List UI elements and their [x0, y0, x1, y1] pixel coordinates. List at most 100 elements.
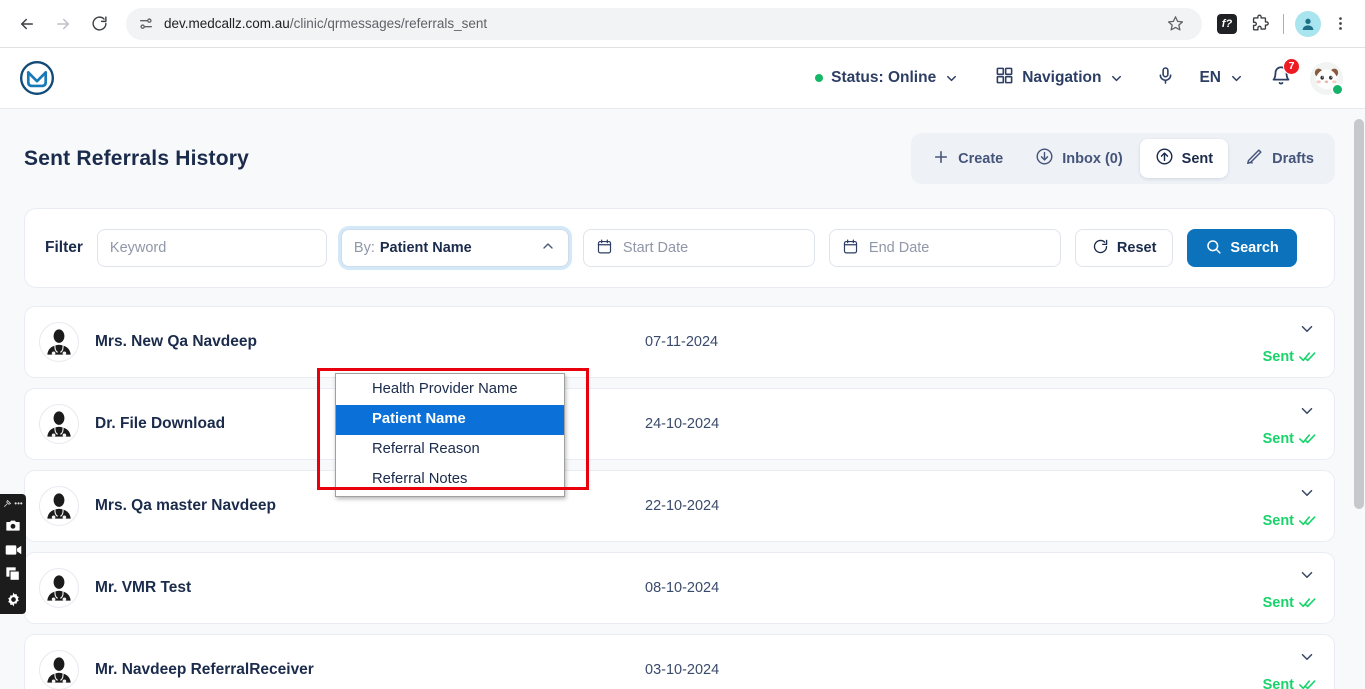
- keyword-input[interactable]: Keyword: [96, 229, 327, 267]
- chevron-down-icon: [944, 71, 959, 86]
- navigation-menu[interactable]: Navigation: [985, 60, 1134, 96]
- drag-handle-icon[interactable]: •••: [3, 499, 23, 509]
- tab-inbox[interactable]: Inbox (0): [1020, 139, 1137, 178]
- bookmark-button[interactable]: [1160, 9, 1190, 39]
- table-row[interactable]: Mrs. New Qa Navdeep 07-11-2024 Sent: [24, 306, 1335, 378]
- puzzle-piece-icon: [1252, 14, 1269, 31]
- browser-menu-button[interactable]: [1325, 9, 1355, 39]
- patient-name: Mr. VMR Test: [95, 579, 192, 596]
- arrow-left-icon: [21, 18, 33, 29]
- record-video-button[interactable]: [5, 543, 22, 557]
- start-date-placeholder: Start Date: [622, 240, 689, 256]
- filter-by-select[interactable]: By: Patient Name: [340, 229, 569, 267]
- reset-label: Reset: [1116, 240, 1157, 256]
- user-avatar[interactable]: [1310, 61, 1344, 96]
- browser-profile-button[interactable]: [1293, 9, 1323, 39]
- reset-button[interactable]: Reset: [1074, 229, 1174, 267]
- table-row[interactable]: Dr. File Download 24-10-2024 Sent: [24, 388, 1335, 460]
- dropdown-option-patient-name[interactable]: Patient Name: [336, 405, 564, 435]
- dropdown-option-referral-reason[interactable]: Referral Reason: [336, 435, 564, 465]
- status-selector[interactable]: Status: Online: [805, 63, 969, 93]
- avatar: [39, 568, 79, 608]
- refresh-icon: [1092, 238, 1109, 259]
- referral-date: 24-10-2024: [645, 416, 720, 432]
- dropdown-option-health-provider-name[interactable]: Health Provider Name: [336, 375, 564, 405]
- browser-toolbar: dev.medcallz.com.au/clinic/qrmessages/re…: [0, 0, 1365, 48]
- expand-row-button[interactable]: [1298, 484, 1316, 507]
- camera-button[interactable]: [5, 518, 21, 534]
- notifications-button[interactable]: 7: [1254, 57, 1304, 98]
- status-badge: Sent: [1263, 677, 1316, 689]
- table-row[interactable]: Mr. VMR Test 08-10-2024 Sent: [24, 552, 1335, 624]
- avatar: [39, 650, 79, 689]
- page-title: Sent Referrals History: [24, 146, 249, 170]
- back-button[interactable]: [10, 7, 44, 41]
- scrollbar-thumb[interactable]: [1354, 119, 1364, 509]
- referral-date: 07-11-2024: [645, 334, 719, 350]
- dropdown-option-referral-notes[interactable]: Referral Notes: [336, 465, 564, 495]
- tab-drafts[interactable]: Drafts: [1230, 139, 1329, 178]
- filter-by-dropdown[interactable]: Health Provider Name Patient Name Referr…: [335, 373, 565, 497]
- address-bar[interactable]: dev.medcallz.com.au/clinic/qrmessages/re…: [126, 7, 1202, 40]
- status-label: Sent: [1262, 430, 1294, 447]
- extensions-button[interactable]: [1244, 9, 1274, 39]
- sent-upload-icon: [1155, 147, 1174, 170]
- microphone-button[interactable]: [1146, 60, 1185, 96]
- screen-recorder-toolbar: •••: [0, 494, 26, 614]
- expand-row-button[interactable]: [1298, 566, 1316, 589]
- language-selector[interactable]: EN: [1189, 63, 1254, 93]
- extension-f-button[interactable]: f?: [1212, 9, 1242, 39]
- capture-window-button[interactable]: [5, 566, 21, 582]
- url-path: /clinic/qrmessages/referrals_sent: [289, 16, 488, 31]
- medcallz-logo[interactable]: [18, 59, 56, 97]
- pin-icon: [4, 499, 12, 507]
- end-date-placeholder: End Date: [868, 240, 930, 256]
- start-date-input[interactable]: Start Date: [582, 229, 815, 267]
- row-actions: Sent: [1263, 320, 1316, 365]
- tab-sent[interactable]: Sent: [1139, 139, 1229, 178]
- reload-button[interactable]: [82, 7, 116, 41]
- search-button[interactable]: Search: [1187, 229, 1297, 267]
- doctor-avatar-icon: [47, 329, 71, 356]
- calendar-icon: [596, 238, 613, 259]
- chevron-down-icon: [1301, 325, 1313, 332]
- plus-icon: [932, 148, 950, 170]
- patient-name: Mrs. Qa master Navdeep: [95, 497, 276, 514]
- tab-create[interactable]: Create: [917, 140, 1018, 178]
- language-label: EN: [1199, 69, 1221, 86]
- double-check-icon: [1299, 516, 1316, 526]
- referral-date: 03-10-2024: [645, 662, 720, 678]
- doctor-avatar-icon: [47, 575, 71, 602]
- status-label: Status: Online: [831, 69, 937, 86]
- settings-button[interactable]: [5, 591, 22, 608]
- end-date-input[interactable]: End Date: [828, 229, 1061, 267]
- three-dot-menu-icon: [1338, 17, 1342, 30]
- expand-row-button[interactable]: [1298, 320, 1316, 343]
- chevron-down-icon: [1301, 489, 1313, 496]
- tab-drafts-label: Drafts: [1272, 150, 1314, 167]
- site-settings-icon[interactable]: [138, 16, 154, 32]
- status-label: Sent: [1262, 594, 1294, 611]
- chevron-down-icon: [1301, 407, 1313, 414]
- row-actions: Sent: [1263, 566, 1316, 611]
- double-check-icon: [1299, 598, 1316, 608]
- referral-tabs: Create Inbox (0) Sent Drafts: [911, 133, 1335, 184]
- page-content: Sent Referrals History Create Inbox (0) …: [0, 109, 1365, 689]
- chevron-down-icon: [1229, 71, 1244, 86]
- table-row[interactable]: Mr. Navdeep ReferralReceiver 03-10-2024 …: [24, 634, 1335, 689]
- reload-icon: [91, 16, 107, 31]
- chevron-up-icon: [540, 238, 556, 259]
- filter-bar: Filter Keyword By: Patient Name Start Da…: [24, 208, 1335, 288]
- search-icon: [1205, 238, 1222, 259]
- forward-button[interactable]: [46, 7, 80, 41]
- expand-row-button[interactable]: [1298, 648, 1316, 671]
- gear-icon: [7, 592, 19, 607]
- table-row[interactable]: Mrs. Qa master Navdeep 22-10-2024 Sent: [24, 470, 1335, 542]
- avatar-online-dot: [1331, 82, 1344, 96]
- expand-row-button[interactable]: [1298, 402, 1316, 425]
- scrollbar[interactable]: [1352, 109, 1365, 689]
- filter-label: Filter: [45, 239, 83, 256]
- extension-f-icon: f?: [1217, 13, 1237, 34]
- url-host: dev.medcallz.com.au: [164, 16, 290, 31]
- arrow-right-icon: [57, 18, 69, 29]
